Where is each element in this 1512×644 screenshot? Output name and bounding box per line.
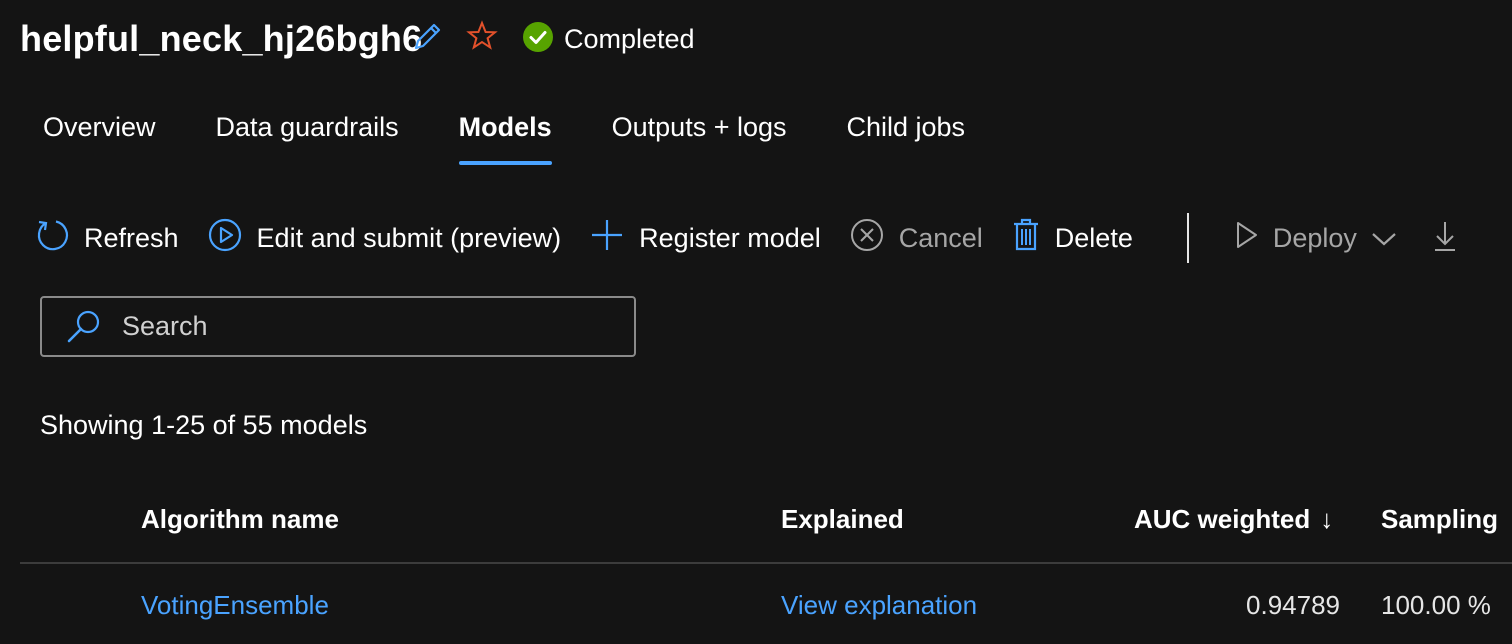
- delete-button[interactable]: Delete: [1011, 217, 1133, 260]
- download-icon[interactable]: [1433, 219, 1457, 258]
- job-title: helpful_neck_hj26bgh6: [20, 18, 423, 59]
- column-header-algorithm[interactable]: Algorithm name: [141, 504, 339, 535]
- column-header-sampling[interactable]: Sampling: [1381, 504, 1498, 535]
- refresh-button[interactable]: Refresh: [34, 217, 179, 260]
- favorite-star-icon[interactable]: [466, 20, 498, 52]
- column-header-auc-label: AUC weighted: [1134, 504, 1311, 534]
- refresh-icon: [34, 217, 70, 260]
- cancel-button[interactable]: Cancel: [849, 217, 983, 260]
- plus-icon: [589, 217, 625, 260]
- tab-outputs-logs[interactable]: Outputs + logs: [612, 112, 787, 165]
- delete-label: Delete: [1054, 222, 1133, 253]
- cancel-circle-icon: [849, 217, 885, 260]
- tab-overview[interactable]: Overview: [43, 112, 156, 165]
- deploy-label: Deploy: [1272, 222, 1357, 253]
- check-circle-icon: [522, 21, 554, 58]
- cancel-label: Cancel: [898, 222, 983, 253]
- search-icon: [66, 309, 102, 350]
- play-circle-icon: [207, 217, 243, 260]
- toolbar: Refresh Edit and submit (preview) Regist…: [34, 213, 1457, 263]
- play-icon: [1235, 220, 1259, 257]
- table-header-divider: [20, 562, 1512, 564]
- column-header-auc[interactable]: AUC weighted ↓: [1134, 504, 1333, 535]
- edit-submit-button[interactable]: Edit and submit (preview): [207, 217, 562, 260]
- search-box[interactable]: [40, 296, 636, 357]
- column-header-explained[interactable]: Explained: [781, 504, 904, 535]
- trash-icon: [1011, 217, 1041, 260]
- tab-models[interactable]: Models: [458, 112, 552, 165]
- status-badge: Completed: [522, 21, 695, 58]
- sampling-value: 100.00 %: [1381, 590, 1491, 620]
- tab-child-jobs[interactable]: Child jobs: [847, 112, 966, 165]
- tab-bar: Overview Data guardrails Models Outputs …: [43, 112, 1025, 165]
- refresh-label: Refresh: [84, 222, 179, 253]
- edit-submit-label: Edit and submit (preview): [256, 222, 562, 253]
- register-model-label: Register model: [639, 222, 821, 253]
- tab-data-guardrails[interactable]: Data guardrails: [216, 112, 399, 165]
- deploy-button[interactable]: Deploy: [1235, 220, 1397, 257]
- edit-pencil-icon[interactable]: [410, 20, 444, 54]
- chevron-down-icon: [1371, 223, 1397, 254]
- sort-descending-icon: ↓: [1320, 504, 1334, 534]
- view-explanation-link[interactable]: View explanation: [781, 590, 977, 621]
- toolbar-divider: [1186, 213, 1189, 263]
- search-input[interactable]: [120, 310, 624, 343]
- results-count: Showing 1-25 of 55 models: [40, 410, 368, 440]
- status-text: Completed: [564, 23, 695, 54]
- register-model-button[interactable]: Register model: [589, 217, 821, 260]
- algorithm-name-link[interactable]: VotingEnsemble: [141, 590, 329, 621]
- auc-value: 0.94789: [1246, 590, 1340, 620]
